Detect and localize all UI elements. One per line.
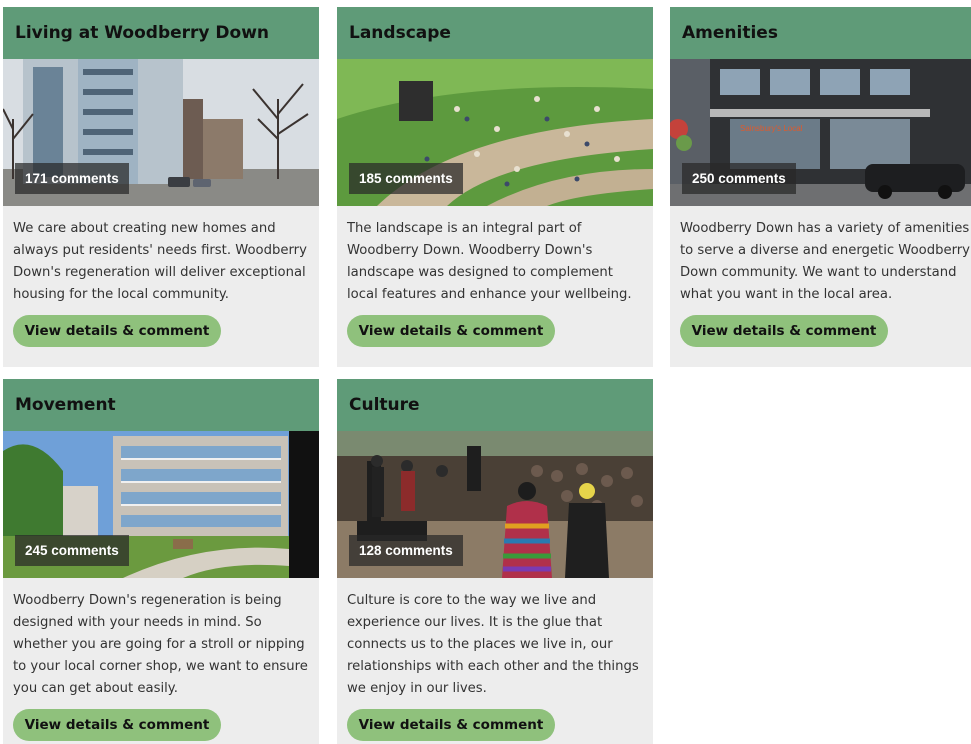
- card-title: Living at Woodberry Down: [15, 23, 270, 43]
- comment-count-badge: 171 comments: [15, 163, 129, 194]
- card-title: Landscape: [349, 23, 451, 43]
- view-details-button[interactable]: View details & comment: [13, 709, 221, 741]
- card-image-amenities[interactable]: Sainsbury's Local 250 comments: [670, 59, 971, 206]
- card-landscape: Landscape 185 comments The landscape is …: [337, 7, 653, 367]
- comment-count-badge: 250 comments: [682, 163, 796, 194]
- card-description: Culture is core to the way we live and e…: [347, 593, 639, 696]
- svg-text:Sainsbury's Local: Sainsbury's Local: [740, 124, 803, 133]
- card-image-culture[interactable]: 128 comments: [337, 431, 653, 578]
- card-image-movement[interactable]: 245 comments: [3, 431, 319, 578]
- card-title: Movement: [15, 395, 116, 415]
- card-amenities: Amenities Sainsbury's Local 250 comments…: [670, 7, 971, 367]
- comment-count-badge: 245 comments: [15, 535, 129, 566]
- card-culture: Culture 128 comments Culture is core to …: [337, 379, 653, 744]
- card-image-living[interactable]: 171 comments: [3, 59, 319, 206]
- card-description: Woodberry Down has a variety of amenitie…: [680, 221, 970, 302]
- card-living: Living at Woodberry Down 171 comments We…: [3, 7, 319, 367]
- comment-count-badge: 185 comments: [349, 163, 463, 194]
- view-details-button[interactable]: View details & comment: [680, 315, 888, 347]
- card-description: The landscape is an integral part of Woo…: [347, 221, 632, 302]
- comment-count-badge: 128 comments: [349, 535, 463, 566]
- card-header: Amenities: [670, 7, 971, 59]
- card-header: Culture: [337, 379, 653, 431]
- card-header: Landscape: [337, 7, 653, 59]
- card-title: Culture: [349, 395, 420, 415]
- view-details-button[interactable]: View details & comment: [13, 315, 221, 347]
- view-details-button[interactable]: View details & comment: [347, 315, 555, 347]
- card-movement: Movement 245 comments Woodberry Down's r…: [3, 379, 319, 744]
- card-header: Movement: [3, 379, 319, 431]
- card-header: Living at Woodberry Down: [3, 7, 319, 59]
- card-title: Amenities: [682, 23, 778, 43]
- card-description: We care about creating new homes and alw…: [13, 221, 307, 302]
- view-details-button[interactable]: View details & comment: [347, 709, 555, 741]
- card-description: Woodberry Down's regeneration is being d…: [13, 593, 308, 696]
- card-image-landscape[interactable]: 185 comments: [337, 59, 653, 206]
